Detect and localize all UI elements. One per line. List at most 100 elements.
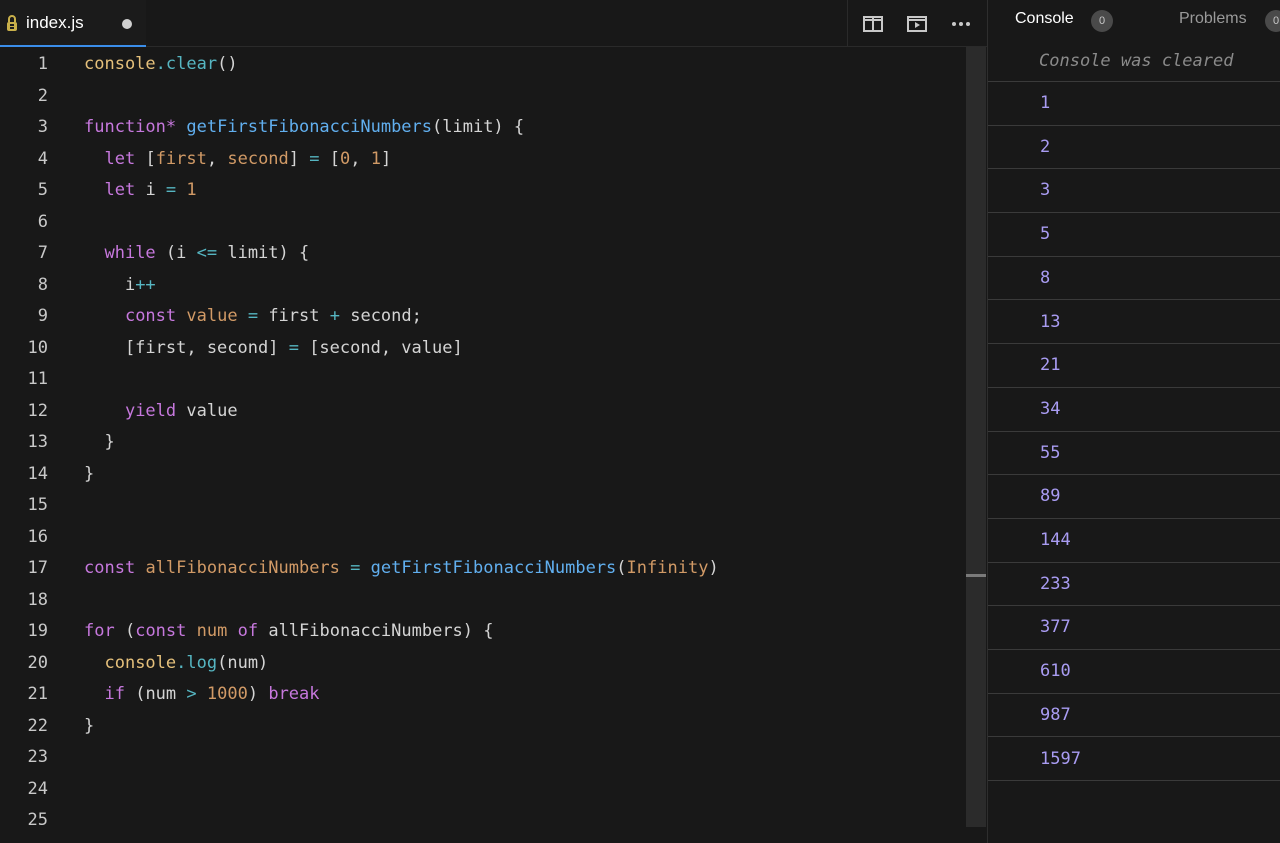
editor-scrollbar[interactable] — [966, 47, 986, 827]
line-number[interactable]: 12 — [0, 396, 48, 428]
console-log-row[interactable]: 55 — [988, 432, 1280, 476]
line-number[interactable]: 24 — [0, 774, 48, 806]
console-log-row[interactable]: 3 — [988, 169, 1280, 214]
code-token: ] — [380, 148, 392, 169]
line-number[interactable]: 25 — [0, 805, 48, 837]
line-number[interactable]: 20 — [0, 648, 48, 680]
code-token: [second, value] — [298, 337, 463, 358]
code-line[interactable]: } — [84, 711, 94, 743]
code-token: console — [104, 652, 177, 673]
scrollbar-thumb[interactable] — [966, 574, 986, 577]
code-token: } — [84, 715, 95, 736]
code-line[interactable]: console.clear() — [84, 49, 238, 81]
console-log-row[interactable]: 8 — [988, 257, 1280, 301]
line-number[interactable]: 15 — [0, 490, 48, 522]
console-log-row[interactable]: 34 — [988, 388, 1280, 432]
line-number[interactable]: 16 — [0, 522, 48, 554]
code-token: ( — [114, 621, 136, 641]
code-line[interactable]: yield value — [84, 396, 238, 428]
code-token: const — [124, 306, 177, 326]
code-token: first — [155, 148, 207, 169]
code-token: value — [186, 306, 238, 326]
code-token: for — [84, 621, 115, 641]
editor-pane: index.js 1 2 3 4 5 6 7 8 9 10 11 12 13 1… — [0, 0, 987, 843]
line-number[interactable]: 23 — [0, 742, 48, 774]
console-log-row[interactable]: 987 — [988, 694, 1280, 738]
code-line[interactable]: const allFibonacciNumbers = getFirstFibo… — [84, 553, 719, 585]
code-line[interactable]: console.log(num) — [84, 648, 268, 680]
console-log-row[interactable]: 610 — [988, 650, 1280, 694]
toolbar-divider — [847, 0, 848, 47]
line-number[interactable]: 11 — [0, 364, 48, 396]
line-number[interactable]: 8 — [0, 270, 48, 302]
line-number[interactable]: 9 — [0, 301, 48, 333]
line-number[interactable]: 21 — [0, 679, 48, 711]
code-line[interactable]: } — [84, 427, 115, 459]
console-log-row[interactable]: 377 — [988, 606, 1280, 651]
code-line[interactable]: const value = first + second; — [84, 301, 422, 333]
line-number[interactable]: 7 — [0, 238, 48, 270]
console-log-row[interactable]: 233 — [988, 563, 1280, 607]
console-log-row[interactable]: 21 — [988, 344, 1280, 388]
line-number[interactable]: 1 — [0, 49, 48, 81]
split-editor-icon[interactable] — [860, 11, 886, 37]
panel-tab-bar: Console 0 Problems 0 — [988, 0, 1280, 42]
js-file-icon — [4, 13, 20, 33]
code-line[interactable]: let [first, second] = [0, 1] — [84, 144, 391, 176]
code-token: 1000 — [206, 684, 248, 704]
console-log-row[interactable]: 89 — [988, 475, 1280, 519]
code-token: i — [135, 180, 166, 200]
tab-index-js[interactable]: index.js — [0, 0, 146, 47]
line-number[interactable]: 6 — [0, 207, 48, 239]
console-log-row[interactable]: 1597 — [988, 738, 1280, 782]
console-log-row[interactable]: 1 — [988, 82, 1280, 126]
editor-tab-bar: index.js — [0, 0, 987, 47]
code-token: allFibonacciNumbers — [145, 558, 340, 578]
code-line[interactable]: function* getFirstFibonacciNumbers(limit… — [84, 112, 524, 144]
console-log-row[interactable]: 13 — [988, 301, 1280, 345]
code-token: ( — [616, 558, 627, 578]
run-preview-icon[interactable] — [904, 11, 930, 37]
line-number[interactable]: 3 — [0, 112, 48, 144]
line-number[interactable]: 14 — [0, 459, 48, 491]
code-token: } — [84, 432, 115, 452]
code-token: > — [186, 684, 197, 704]
console-log-row[interactable]: 144 — [988, 519, 1280, 563]
line-number[interactable]: 19 — [0, 616, 48, 648]
line-number[interactable]: 22 — [0, 711, 48, 743]
code-token: console — [84, 54, 156, 74]
code-line[interactable]: while (i <= limit) { — [84, 238, 309, 270]
line-number[interactable]: 13 — [0, 427, 48, 459]
console-log-row[interactable]: 2 — [988, 126, 1280, 170]
line-number[interactable]: 18 — [0, 585, 48, 617]
code-line[interactable]: if (num > 1000) break — [84, 679, 319, 711]
line-number[interactable]: 5 — [0, 175, 48, 207]
console-log-row[interactable]: 5 — [988, 213, 1280, 257]
code-token: yield — [124, 400, 177, 421]
line-number[interactable]: 17 — [0, 553, 48, 585]
code-token: } — [84, 463, 95, 484]
code-line[interactable]: for (const num of allFibonacciNumbers) { — [84, 616, 494, 648]
line-number[interactable]: 4 — [0, 144, 48, 176]
line-number[interactable]: 10 — [0, 333, 48, 365]
code-line[interactable]: } — [84, 459, 94, 491]
code-token: let — [104, 148, 136, 169]
line-number[interactable]: 2 — [0, 81, 48, 113]
code-token: = — [309, 148, 320, 169]
code-line[interactable]: let i = 1 — [84, 175, 196, 207]
unsaved-dot-icon[interactable] — [122, 19, 132, 29]
code-token: log — [186, 652, 218, 673]
more-icon[interactable] — [948, 11, 974, 37]
tab-console[interactable]: Console — [1015, 10, 1074, 28]
code-line[interactable]: [first, second] = [second, value] — [84, 333, 463, 365]
code-token: [ — [319, 148, 340, 169]
tab-problems[interactable]: Problems — [1179, 10, 1247, 28]
code-line[interactable]: i++ — [84, 270, 156, 302]
